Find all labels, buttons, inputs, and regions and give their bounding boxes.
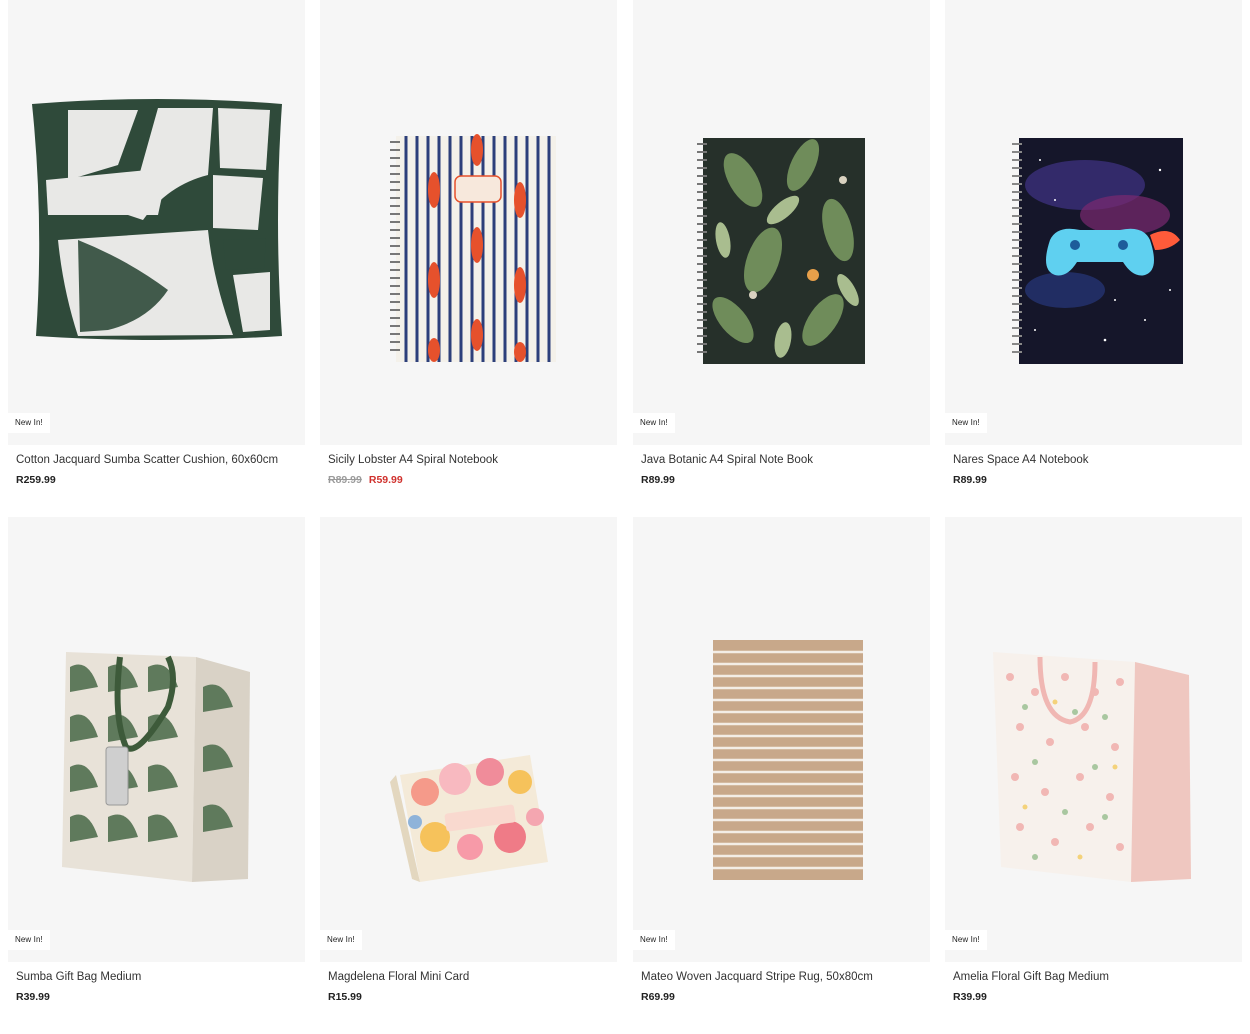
product-image-area[interactable] bbox=[633, 517, 930, 962]
new-in-badge: New In! bbox=[633, 930, 675, 950]
product-image-area[interactable] bbox=[945, 0, 1242, 445]
product-price: R15.99 bbox=[328, 991, 362, 1003]
new-in-badge: New In! bbox=[8, 413, 50, 433]
floral-gift-bag-image[interactable] bbox=[945, 517, 1242, 962]
new-in-badge: New In! bbox=[8, 930, 50, 950]
botanic-notebook-image[interactable] bbox=[633, 0, 930, 445]
product-price: R89.99 R59.99 bbox=[328, 474, 403, 486]
product-price: R89.99 bbox=[953, 474, 987, 486]
product-price: R39.99 bbox=[953, 991, 987, 1003]
new-in-badge: New In! bbox=[633, 413, 675, 433]
space-notebook-image[interactable] bbox=[945, 0, 1242, 445]
lobster-notebook-image[interactable] bbox=[320, 0, 617, 445]
product-image-area[interactable] bbox=[8, 517, 305, 962]
product-name[interactable]: Magdelena Floral Mini Card bbox=[328, 971, 469, 983]
product-price: R89.99 bbox=[641, 474, 675, 486]
floral-card-image[interactable] bbox=[320, 517, 617, 962]
current-price: R39.99 bbox=[953, 991, 987, 1003]
original-price: R89.99 bbox=[328, 474, 362, 486]
gift-bag-image[interactable] bbox=[8, 517, 305, 962]
product-name[interactable]: Java Botanic A4 Spiral Note Book bbox=[641, 454, 813, 466]
current-price: R39.99 bbox=[16, 991, 50, 1003]
new-in-badge: New In! bbox=[320, 930, 362, 950]
stripe-rug-image[interactable] bbox=[633, 517, 930, 962]
product-image-area[interactable] bbox=[320, 517, 617, 962]
product-name[interactable]: Amelia Floral Gift Bag Medium bbox=[953, 971, 1109, 983]
current-price: R259.99 bbox=[16, 474, 56, 486]
product-name[interactable]: Cotton Jacquard Sumba Scatter Cushion, 6… bbox=[16, 454, 278, 466]
product-name[interactable]: Mateo Woven Jacquard Stripe Rug, 50x80cm bbox=[641, 971, 873, 983]
product-name[interactable]: Sumba Gift Bag Medium bbox=[16, 971, 141, 983]
product-grid: New In! Cotton Jacquard Sumba Scatter Cu… bbox=[0, 0, 1250, 1034]
current-price: R69.99 bbox=[641, 991, 675, 1003]
product-image-area[interactable] bbox=[320, 0, 617, 445]
new-in-badge: New In! bbox=[945, 930, 987, 950]
new-in-badge: New In! bbox=[945, 413, 987, 433]
current-price: R15.99 bbox=[328, 991, 362, 1003]
product-price: R69.99 bbox=[641, 991, 675, 1003]
product-image-area[interactable] bbox=[8, 0, 305, 445]
product-price: R259.99 bbox=[16, 474, 56, 486]
product-name[interactable]: Sicily Lobster A4 Spiral Notebook bbox=[328, 454, 498, 466]
product-price: R39.99 bbox=[16, 991, 50, 1003]
cushion-image[interactable] bbox=[8, 0, 305, 445]
current-price: R89.99 bbox=[953, 474, 987, 486]
product-image-area[interactable] bbox=[945, 517, 1242, 962]
product-name[interactable]: Nares Space A4 Notebook bbox=[953, 454, 1089, 466]
current-price: R89.99 bbox=[641, 474, 675, 486]
product-image-area[interactable] bbox=[633, 0, 930, 445]
sale-price: R59.99 bbox=[368, 474, 403, 486]
